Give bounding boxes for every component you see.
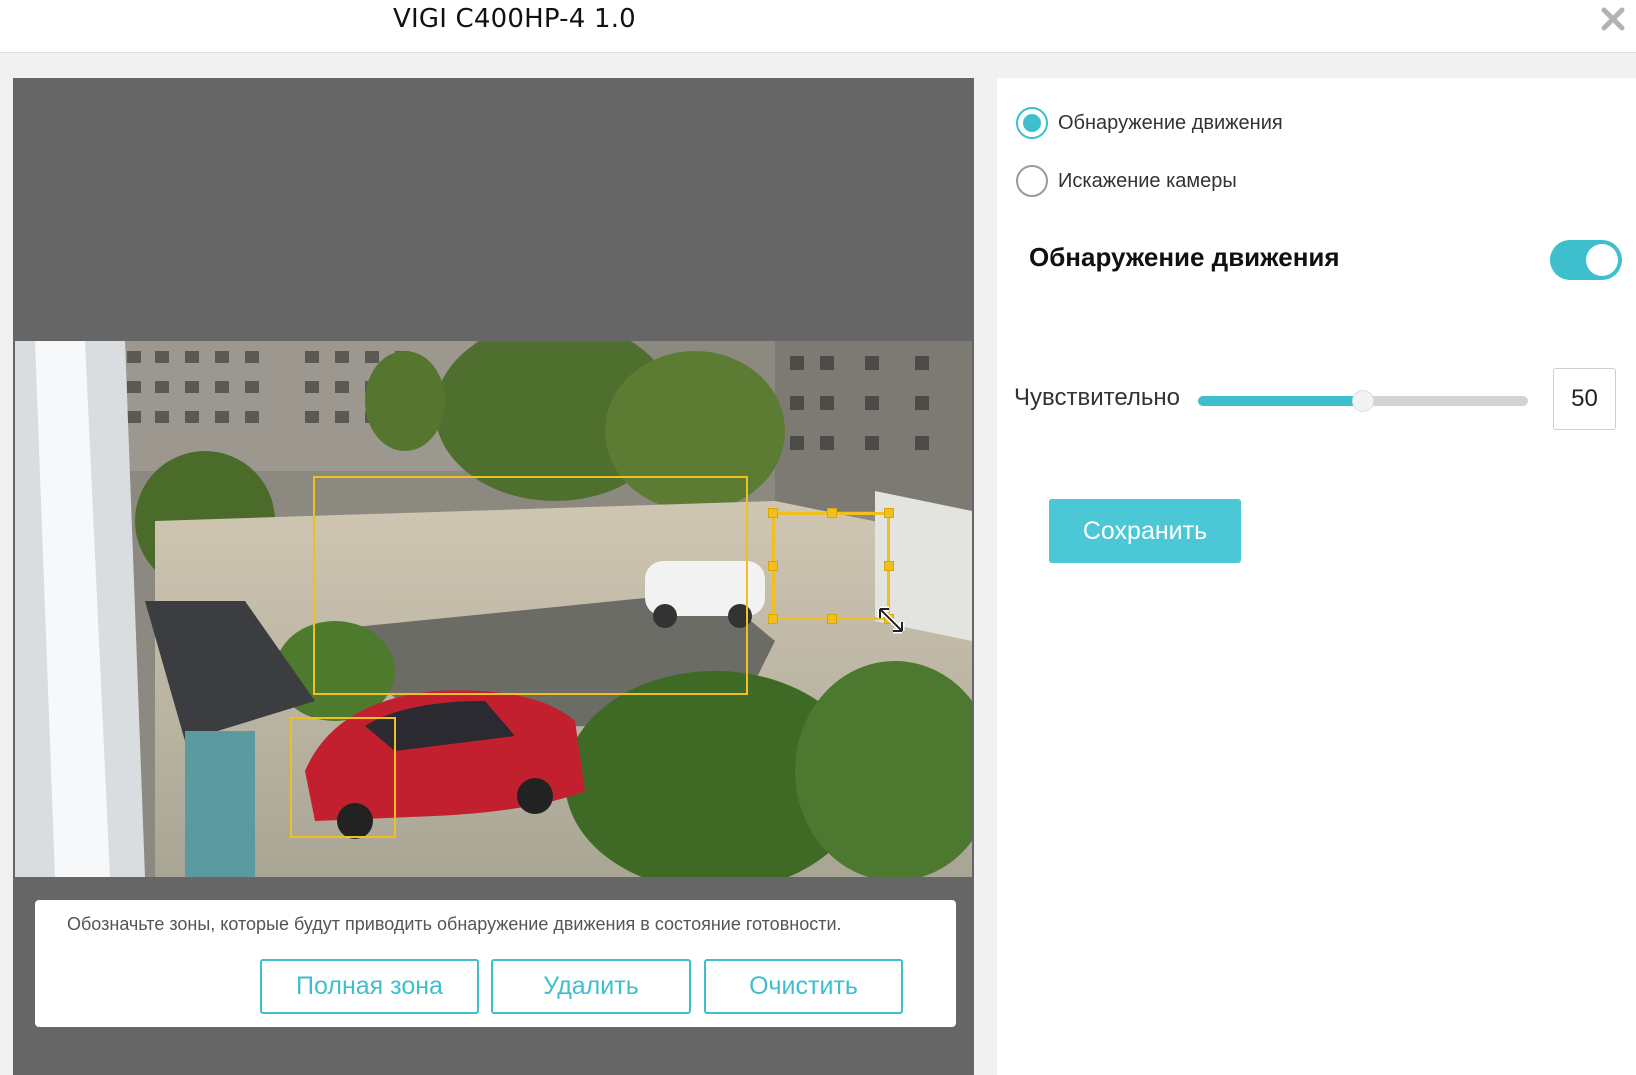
zone-hint-card: Обозначьте зоны, которые будут приводить… <box>35 900 956 1027</box>
motion-zone-3[interactable] <box>768 508 894 624</box>
clear-zones-button[interactable]: Очистить <box>704 959 903 1014</box>
save-button[interactable]: Сохранить <box>1049 499 1241 563</box>
close-icon[interactable] <box>1596 2 1630 36</box>
resize-handle[interactable] <box>768 508 778 518</box>
resize-handle[interactable] <box>768 561 778 571</box>
settings-panel: Обнаружение движения Искажение камеры Об… <box>997 78 1636 1075</box>
motion-detection-radio[interactable] <box>1016 107 1048 139</box>
radio-label: Обнаружение движения <box>1058 111 1283 134</box>
slider-fill <box>1198 396 1363 406</box>
resize-handle[interactable] <box>884 561 894 571</box>
camera-panel: Обозначьте зоны, которые будут приводить… <box>13 78 974 1075</box>
motion-zone-2[interactable] <box>290 717 396 838</box>
zone-hint-text: Обозначьте зоны, которые будут приводить… <box>67 914 842 934</box>
camera-tamper-radio[interactable] <box>1016 165 1048 197</box>
slider-thumb[interactable] <box>1352 390 1374 412</box>
delete-zone-button[interactable]: Удалить <box>491 959 691 1014</box>
camera-tamper-radio-option[interactable]: Искажение камеры <box>1016 165 1237 197</box>
motion-section-title: Обнаружение движения <box>1029 242 1340 272</box>
sensitivity-value-input[interactable] <box>1553 368 1616 430</box>
motion-enable-toggle[interactable] <box>1550 240 1622 280</box>
title-bar: VIGI C400HP-4 1.0 <box>0 0 1636 53</box>
sensitivity-slider[interactable] <box>1198 386 1528 416</box>
full-zone-button[interactable]: Полная зона <box>260 959 479 1014</box>
resize-handle[interactable] <box>827 508 837 518</box>
resize-handle[interactable] <box>768 614 778 624</box>
radio-label: Искажение камеры <box>1058 169 1237 192</box>
motion-zone-1[interactable] <box>313 476 748 695</box>
window-title: VIGI C400HP-4 1.0 <box>393 4 636 34</box>
sensitivity-label: Чувствительность <box>1014 384 1179 411</box>
resize-cursor-icon <box>876 605 906 635</box>
camera-preview[interactable] <box>15 341 972 877</box>
resize-handle[interactable] <box>827 614 837 624</box>
motion-detection-radio-option[interactable]: Обнаружение движения <box>1016 107 1283 139</box>
resize-handle[interactable] <box>884 508 894 518</box>
toggle-knob <box>1586 244 1618 276</box>
